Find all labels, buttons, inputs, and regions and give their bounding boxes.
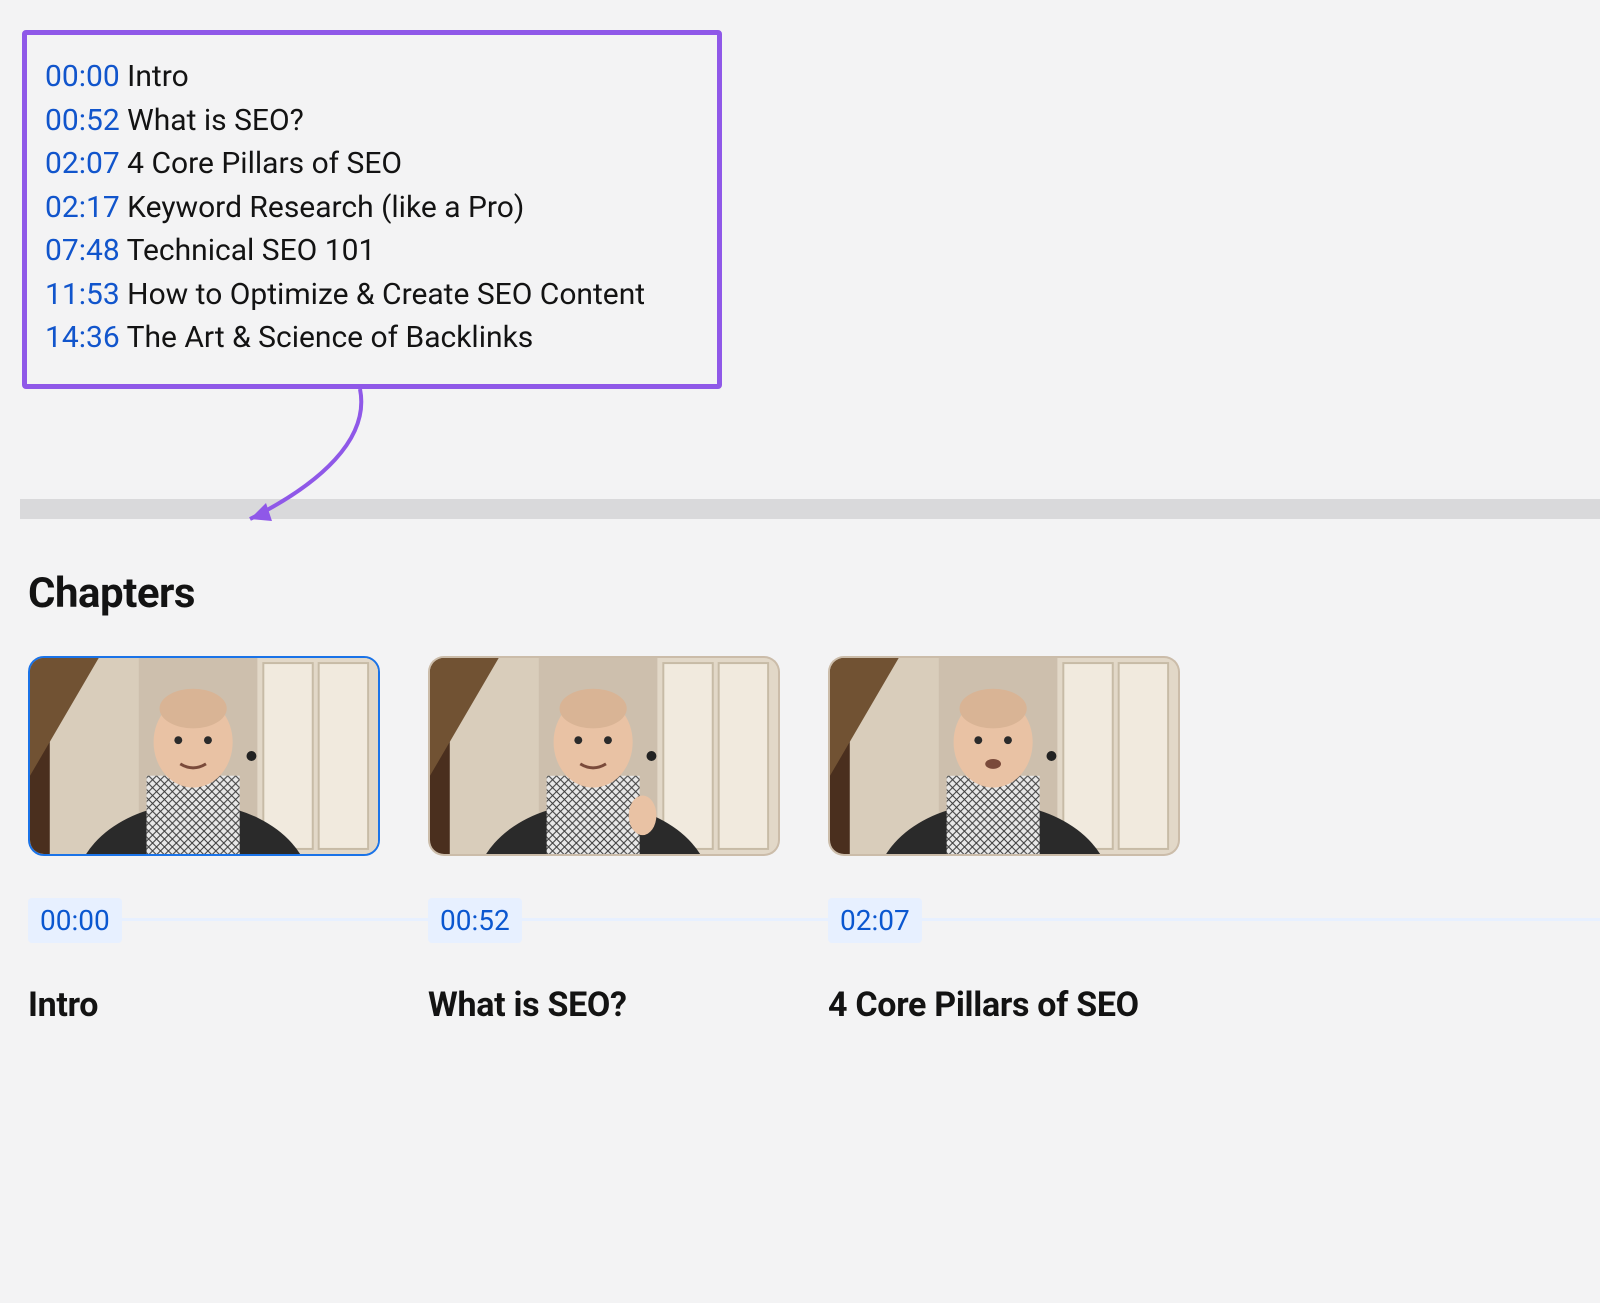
chapter-card: 00:52 What is SEO? (428, 656, 780, 1025)
chapter-card: 00:00 Intro (28, 656, 380, 1025)
chapter-thumbnail[interactable] (828, 656, 1180, 856)
chapter-card: 02:07 4 Core Pillars of SEO (828, 656, 1180, 1025)
chapter-time-badge[interactable]: 02:07 (828, 898, 922, 943)
timestamp-row: 11:53 How to Optimize & Create SEO Conte… (45, 273, 695, 317)
timestamp-link[interactable]: 00:52 (45, 103, 120, 138)
timestamp-row: 02:07 4 Core Pillars of SEO (45, 142, 695, 186)
timestamp-list-box: 00:00 Intro 00:52 What is SEO? 02:07 4 C… (22, 30, 722, 389)
chapter-row: 00:00 Intro (28, 656, 1600, 1025)
timestamp-label: Intro (127, 59, 189, 94)
timestamp-row: 07:48 Technical SEO 101 (45, 229, 695, 273)
timestamp-link[interactable]: 02:07 (45, 146, 120, 181)
chapters-section: Chapters (28, 569, 1600, 1025)
chapter-thumbnail[interactable] (28, 656, 380, 856)
timestamp-row: 00:52 What is SEO? (45, 99, 695, 143)
timestamp-link[interactable]: 11:53 (45, 277, 120, 312)
timestamp-row: 00:00 Intro (45, 55, 695, 99)
timestamp-label: Technical SEO 101 (127, 233, 376, 268)
chapter-title: 4 Core Pillars of SEO (828, 985, 1180, 1025)
timestamp-link[interactable]: 00:00 (45, 59, 120, 94)
arrow-icon (210, 379, 380, 549)
timestamp-link[interactable]: 14:36 (45, 320, 120, 355)
chapters-heading: Chapters (28, 569, 1600, 618)
chapter-thumbnail[interactable] (428, 656, 780, 856)
chapter-time-badge[interactable]: 00:52 (428, 898, 522, 943)
timestamp-row: 14:36 The Art & Science of Backlinks (45, 316, 695, 360)
timestamp-link[interactable]: 07:48 (45, 233, 120, 268)
timestamp-label: 4 Core Pillars of SEO (127, 146, 402, 181)
chapter-time-badge[interactable]: 00:00 (28, 898, 122, 943)
chapter-title: What is SEO? (428, 985, 780, 1025)
annotation-arrow (0, 389, 1600, 519)
timestamp-label: Keyword Research (like a Pro) (127, 190, 524, 225)
timestamp-row: 02:17 Keyword Research (like a Pro) (45, 186, 695, 230)
chapter-title: Intro (28, 985, 380, 1025)
timestamp-link[interactable]: 02:17 (45, 190, 120, 225)
timestamp-label: What is SEO? (127, 103, 304, 138)
timestamp-label: How to Optimize & Create SEO Content (127, 277, 645, 312)
timestamp-label: The Art & Science of Backlinks (127, 320, 534, 355)
